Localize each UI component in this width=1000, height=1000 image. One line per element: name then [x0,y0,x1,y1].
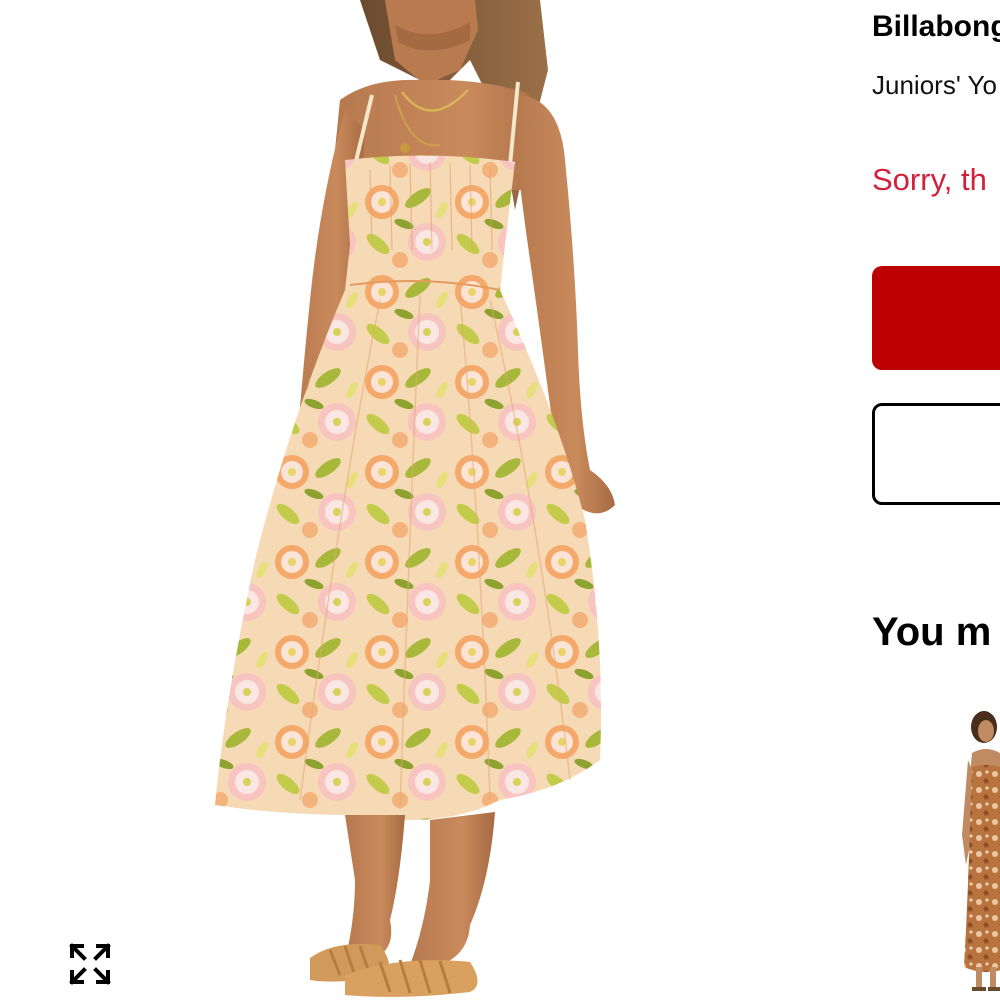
recommendation-item[interactable] [942,705,1000,995]
product-brand[interactable]: Billabong [872,10,1000,44]
expand-icon [69,943,111,985]
product-title: Juniors' Yo [872,70,997,100]
product-photo [215,0,615,997]
secondary-action-button[interactable] [872,403,1000,505]
product-info-panel: Billabong Juniors' Yo Sorry, th You m [872,0,1000,1000]
primary-action-button[interactable] [872,266,1000,370]
availability-message: Sorry, th [872,162,987,197]
expand-image-button[interactable] [66,940,114,988]
recommendations-heading: You m [872,610,992,654]
recommendation-thumbnail [962,711,1000,991]
product-image[interactable] [0,0,840,1000]
